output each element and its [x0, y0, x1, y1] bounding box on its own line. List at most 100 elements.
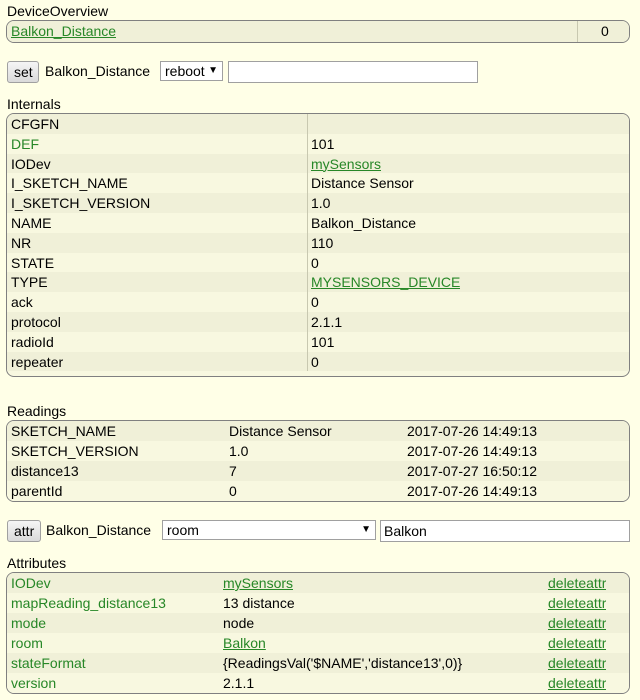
internal-divider: [307, 292, 308, 312]
attribute-value: {ReadingsVal('$NAME','distance13',0)}: [223, 655, 463, 671]
internal-divider: [307, 232, 308, 253]
attr-value-input[interactable]: [380, 520, 630, 542]
attribute-name: room: [11, 635, 43, 651]
set-device-label: Balkon_Distance: [45, 63, 151, 79]
attribute-name: mode: [11, 615, 47, 631]
attribute-name: mapReading_distance13: [11, 595, 166, 611]
internal-divider: [307, 173, 308, 194]
attribute-value: 2.1.1: [223, 675, 255, 691]
readings-title: Readings: [7, 403, 67, 419]
attribute-row: stateFormat {ReadingsVal('$NAME','distanc…: [7, 653, 629, 673]
reading-value: 1.0: [229, 443, 249, 459]
readings-table: SKETCH_NAME Distance Sensor 2017-07-26 14:…: [6, 420, 630, 502]
internal-row: NAME Balkon_Distance: [7, 212, 629, 233]
internal-divider: [307, 311, 308, 332]
internal-value: 2.1.1: [311, 313, 343, 330]
reading-name: SKETCH_VERSION: [11, 443, 139, 459]
attribute-value-link[interactable]: mySensors: [223, 573, 293, 593]
set-command-select[interactable]: reboot ▼: [160, 61, 223, 81]
internal-row: DEF 101: [7, 133, 629, 154]
set-command-value: reboot: [165, 63, 205, 79]
internal-key: repeater: [11, 353, 64, 370]
internals-title: Internals: [7, 96, 61, 112]
internal-key: NAME: [11, 214, 52, 231]
delete-attr-link[interactable]: deleteattr: [548, 613, 606, 633]
internal-divider: [307, 133, 308, 154]
internal-value: 0: [311, 353, 319, 370]
delete-attr-link[interactable]: deleteattr: [548, 573, 606, 593]
internal-divider: [307, 272, 308, 293]
reading-row: SKETCH_VERSION 1.0 2017-07-26 14:49:13: [7, 441, 629, 461]
set-value-input[interactable]: [228, 61, 478, 83]
device-overview-title: DeviceOverview: [7, 3, 109, 19]
reading-value: Distance Sensor: [229, 423, 332, 439]
internal-value-link[interactable]: MYSENSORS_DEVICE: [311, 272, 460, 292]
internal-key: CFGFN: [11, 116, 60, 132]
internal-divider: [307, 252, 308, 273]
attribute-row: IODev mySensors deleteattr: [7, 573, 629, 593]
reading-time: 2017-07-26 14:49:13: [407, 423, 537, 439]
reading-time: 2017-07-27 16:50:12: [407, 463, 537, 479]
internal-row: ack 0: [7, 292, 629, 312]
internal-value: 1.0: [311, 195, 331, 212]
internal-divider: [307, 351, 308, 372]
internal-key: IODev: [11, 155, 51, 172]
internal-row: IODev mySensors: [7, 153, 629, 174]
attribute-row: mapReading_distance13 13 distance deleteat…: [7, 593, 629, 613]
internal-divider: [307, 331, 308, 352]
device-overview-row: Balkon_Distance 0: [7, 21, 629, 42]
internal-key: NR: [11, 234, 32, 251]
internal-value: 0: [311, 254, 319, 271]
internal-key: radioId: [11, 333, 54, 350]
attr-button[interactable]: attr: [7, 520, 41, 542]
device-link[interactable]: Balkon_Distance: [11, 21, 116, 41]
reading-value: 7: [229, 463, 237, 479]
delete-attr-link[interactable]: deleteattr: [548, 673, 606, 693]
internal-key: DEF: [11, 135, 39, 152]
delete-attr-link[interactable]: deleteattr: [548, 593, 606, 613]
internal-value: Distance Sensor: [311, 175, 414, 192]
set-button[interactable]: set: [7, 61, 39, 83]
attr-device-label: Balkon_Distance: [46, 522, 152, 538]
internal-divider: [307, 114, 308, 134]
overview-divider: [577, 21, 578, 42]
internal-row: I_SKETCH_NAME Distance Sensor: [7, 173, 629, 194]
attr-name-select[interactable]: room ▼: [162, 520, 376, 540]
reading-time: 2017-07-26 14:49:13: [407, 443, 537, 459]
attribute-name: version: [11, 675, 57, 691]
internal-key: STATE: [11, 254, 55, 271]
internal-row: NR 110: [7, 232, 629, 253]
dropdown-arrow-icon: ▼: [208, 65, 218, 76]
internal-value-link[interactable]: mySensors: [311, 154, 381, 174]
internal-value: 101: [311, 135, 335, 152]
attribute-name: stateFormat: [11, 655, 86, 671]
internal-row: TYPE MYSENSORS_DEVICE: [7, 272, 629, 293]
delete-attr-link[interactable]: deleteattr: [548, 653, 606, 673]
internal-key: TYPE: [11, 274, 48, 291]
internal-value: 110: [311, 234, 334, 251]
internal-key: I_SKETCH_NAME: [11, 175, 128, 192]
internal-row: STATE 0: [7, 252, 629, 273]
reading-name: SKETCH_NAME: [11, 423, 117, 439]
delete-attr-link[interactable]: deleteattr: [548, 633, 606, 653]
internal-divider: [307, 193, 308, 213]
device-overview-panel: Balkon_Distance 0: [6, 20, 630, 43]
internal-row: radioId 101: [7, 331, 629, 352]
attributes-table: IODev mySensors deleteattr mapReading_dista…: [6, 572, 630, 694]
attribute-row: room Balkon deleteattr: [7, 633, 629, 653]
reading-name: distance13: [11, 463, 79, 479]
attribute-value-link[interactable]: Balkon: [223, 633, 266, 653]
reading-row: SKETCH_NAME Distance Sensor 2017-07-26 14:…: [7, 421, 629, 441]
dropdown-arrow-icon: ▼: [361, 524, 371, 535]
attribute-value: node: [223, 615, 255, 631]
internal-row: CFGFN: [7, 114, 629, 134]
reading-name: parentId: [11, 483, 63, 499]
reading-value: 0: [229, 483, 237, 499]
attributes-title: Attributes: [7, 555, 67, 571]
internal-row: I_SKETCH_VERSION 1.0: [7, 193, 629, 213]
internal-row: protocol 2.1.1: [7, 311, 629, 332]
internal-key: I_SKETCH_VERSION: [11, 195, 151, 212]
reading-row: distance13 7 2017-07-27 16:50:12: [7, 461, 629, 481]
reading-time: 2017-07-26 14:49:13: [407, 483, 537, 499]
internal-value: 101: [311, 333, 335, 350]
